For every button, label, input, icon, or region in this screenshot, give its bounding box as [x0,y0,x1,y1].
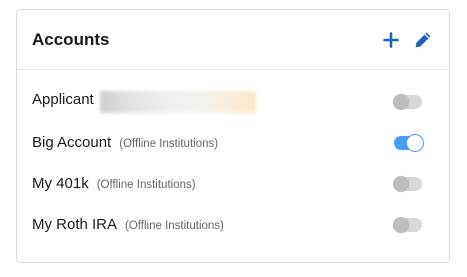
header-actions [381,30,433,50]
account-info: Big Account (Offline Institutions) [32,134,218,151]
card-header: Accounts [17,10,449,70]
account-name: My Roth IRA [32,216,118,233]
card-title: Accounts [32,29,110,49]
account-subtitle: (Offline Institutions) [96,179,196,191]
redacted-detail [99,90,256,113]
toggle-knob [393,216,409,233]
toggle-knob [393,175,409,192]
account-visibility-toggle[interactable] [393,175,422,192]
account-list: Applicant Big Account (Offline Instituti… [17,70,449,245]
pencil-icon[interactable] [413,30,433,50]
account-subtitle: (Offline Institutions) [125,220,224,232]
account-name: Big Account [32,134,112,151]
account-visibility-toggle[interactable] [393,93,422,110]
account-info: My Roth IRA (Offline Institutions) [32,216,224,233]
account-row-applicant: Applicant [17,81,449,122]
account-name: My 401k [32,175,89,192]
toggle-knob [407,134,423,151]
accounts-card: Accounts Applicant Big Account (Offline … [16,9,450,263]
account-visibility-toggle[interactable] [394,134,423,151]
account-row-my-roth-ira: My Roth IRA (Offline Institutions) [17,204,449,245]
account-name: Applicant [32,90,94,108]
account-info: Applicant [32,90,256,113]
toggle-knob [393,93,409,110]
account-row-my-401k: My 401k (Offline Institutions) [17,163,449,204]
account-info: My 401k (Offline Institutions) [32,175,196,192]
account-subtitle: (Offline Institutions) [119,138,219,150]
account-row-big-account: Big Account (Offline Institutions) [17,122,449,163]
account-visibility-toggle[interactable] [393,216,422,233]
plus-icon[interactable] [381,30,401,50]
